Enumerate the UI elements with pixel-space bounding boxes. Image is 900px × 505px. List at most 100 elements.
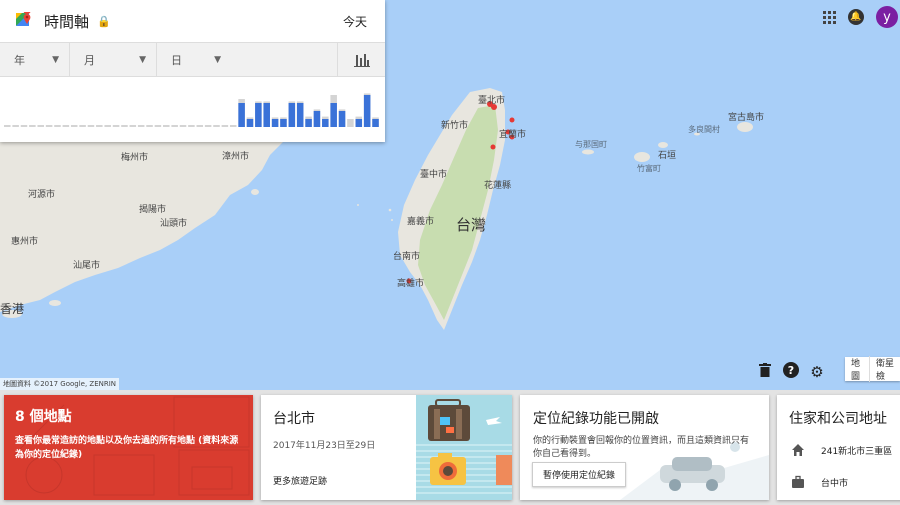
timeline-header: 時間軸 🔒 今天 xyxy=(0,0,385,42)
work-address-row[interactable]: 台中市 xyxy=(791,475,848,489)
timeline-panel: 時間軸 🔒 今天 年 ▼ 月 ▼ 日 ▼ xyxy=(0,0,385,142)
label-taketomi: 竹富町 xyxy=(637,164,661,173)
summary-cards-strip: 8 個地點 查看你最常造訪的地點以及你去過的所有地點 (資料來源為你的定位紀錄)… xyxy=(0,390,900,505)
histogram-bar[interactable] xyxy=(280,119,287,127)
label-taiwan: 台灣 xyxy=(456,216,487,234)
avatar[interactable]: y xyxy=(876,6,898,28)
more-trips-link[interactable]: 更多旅遊足跡 xyxy=(273,474,327,487)
label-zhangzhou: 漳州市 xyxy=(222,152,250,162)
label-shanwei: 汕尾市 xyxy=(73,261,101,271)
label-ishigaki: 石垣 xyxy=(658,151,677,161)
home-address-row[interactable]: 241新北市三重區 xyxy=(791,443,892,457)
gear-icon[interactable]: ⚙ xyxy=(809,363,825,381)
label-yonaguni: 与那国町 xyxy=(575,140,607,149)
label-heyuan: 河源市 xyxy=(28,190,56,200)
histogram-ghost-bar xyxy=(37,125,45,127)
location-card-title: 定位紀錄功能已開啟 xyxy=(533,411,659,427)
histogram-ghost-bar xyxy=(221,125,229,127)
label-huizhou: 惠州市 xyxy=(11,237,39,247)
maps-logo-icon xyxy=(16,12,31,26)
map-type-toggle: 地圖 衛星檢 xyxy=(845,356,900,382)
help-icon[interactable]: ? xyxy=(783,362,799,382)
histogram-ghost-bar xyxy=(45,125,53,127)
places-card[interactable]: 8 個地點 查看你最常造訪的地點以及你去過的所有地點 (資料來源為你的定位紀錄) xyxy=(4,395,253,500)
histogram-bar[interactable] xyxy=(355,119,363,127)
histogram-ghost-bar xyxy=(20,125,28,127)
histogram-ghost-bar xyxy=(229,125,237,127)
histogram-bar[interactable] xyxy=(372,119,379,127)
label-kaohsiung: 高雄市 xyxy=(397,279,425,289)
location-history-card[interactable]: 定位紀錄功能已開啟 你的行動裝置會回報你的位置資訊，而且這類資訊只有你自己看得到… xyxy=(520,395,769,500)
label-meizhou: 梅州市 xyxy=(121,153,149,163)
briefcase-icon xyxy=(792,475,804,488)
work-address: 台中市 xyxy=(821,478,849,489)
histogram-ghost-bar xyxy=(4,125,11,127)
histogram-ghost-bar xyxy=(79,125,86,127)
histogram-bar[interactable] xyxy=(263,103,270,127)
bar-chart-button[interactable] xyxy=(337,43,385,76)
location-card-description: 你的行動裝置會回報你的位置資訊，而且這類資訊只有你自己看得到。 xyxy=(533,436,750,459)
pause-location-history-button[interactable]: 暫停使用定位紀錄 xyxy=(532,462,627,487)
histogram-bar[interactable] xyxy=(313,111,321,127)
account-bar: 🔔 y xyxy=(823,6,900,28)
label-hualien: 花蓮縣 xyxy=(484,181,512,191)
apps-grid-icon[interactable] xyxy=(823,10,836,24)
lock-icon: 🔒 xyxy=(97,14,111,28)
bar-chart-icon xyxy=(353,53,370,67)
histogram-ghost-bar xyxy=(146,125,153,127)
histogram-ghost-bar xyxy=(188,125,195,127)
label-hongkong: 香港 xyxy=(0,302,25,316)
travel-illustration xyxy=(416,395,512,500)
svg-text:?: ? xyxy=(788,364,794,377)
day-select[interactable]: 日 ▼ xyxy=(157,43,231,76)
histogram-ghost-bar xyxy=(87,125,95,127)
histogram-ghost-bar xyxy=(104,125,111,127)
histogram-ghost-bar xyxy=(163,125,170,127)
histogram-ghost-bar xyxy=(70,125,78,127)
histogram-bar[interactable] xyxy=(246,119,254,127)
histogram-bar[interactable] xyxy=(255,103,262,127)
histogram-bar[interactable] xyxy=(305,119,312,127)
day-select-label: 日 xyxy=(171,53,182,67)
home-icon xyxy=(792,444,804,456)
label-taipei: 臺北市 xyxy=(478,96,506,106)
histogram-bar[interactable] xyxy=(338,111,346,127)
histogram-ghost-bar xyxy=(171,125,178,127)
date-filter-bar: 年 ▼ 月 ▼ 日 ▼ xyxy=(0,42,385,77)
chevron-down-icon: ▼ xyxy=(214,54,221,65)
histogram-ghost-bar xyxy=(347,119,354,127)
places-card-title: 8 個地點 xyxy=(15,409,72,425)
trash-icon[interactable] xyxy=(757,363,773,381)
year-select[interactable]: 年 ▼ xyxy=(0,43,70,76)
histogram-bar[interactable] xyxy=(322,119,329,127)
histogram-ghost-bar xyxy=(112,125,120,127)
histogram-bar[interactable] xyxy=(238,103,245,127)
map-type-button-satellite[interactable]: 衛星檢 xyxy=(870,356,900,382)
today-button[interactable]: 今天 xyxy=(343,13,367,30)
label-tarama: 多良間村 xyxy=(688,125,720,134)
histogram-ghost-bar xyxy=(129,125,137,127)
timeline-histogram[interactable] xyxy=(0,77,385,141)
month-select[interactable]: 月 ▼ xyxy=(70,43,157,76)
chevron-down-icon: ▼ xyxy=(139,54,146,65)
histogram-ghost-bar xyxy=(62,125,70,127)
label-miyakojima: 宮古島市 xyxy=(728,113,765,123)
histogram-ghost-bar xyxy=(204,125,212,127)
map-controls: ? ⚙ xyxy=(757,362,825,382)
histogram-ghost-bar xyxy=(179,125,187,127)
trip-card[interactable]: 台北市 2017年11月23日至29日 更多旅遊足跡 xyxy=(261,395,512,500)
home-work-card[interactable]: 住家和公司地址 241新北市三重區 台中市 xyxy=(777,395,900,500)
chevron-down-icon: ▼ xyxy=(52,54,59,65)
histogram-ghost-bar xyxy=(137,125,145,127)
histogram-bar[interactable] xyxy=(363,95,371,127)
label-chiayi: 嘉義市 xyxy=(407,217,435,227)
histogram-bar[interactable] xyxy=(330,103,337,127)
label-yilan: 宜蘭市 xyxy=(499,130,527,140)
map-type-button-map[interactable]: 地圖 xyxy=(845,356,870,382)
histogram-bar[interactable] xyxy=(288,103,296,127)
histogram-bar[interactable] xyxy=(296,103,304,127)
histogram-bar[interactable] xyxy=(271,119,279,127)
notifications-icon[interactable]: 🔔 xyxy=(848,9,864,25)
home-address: 241新北市三重區 xyxy=(821,446,893,457)
histogram-ghost-bar xyxy=(12,125,19,127)
